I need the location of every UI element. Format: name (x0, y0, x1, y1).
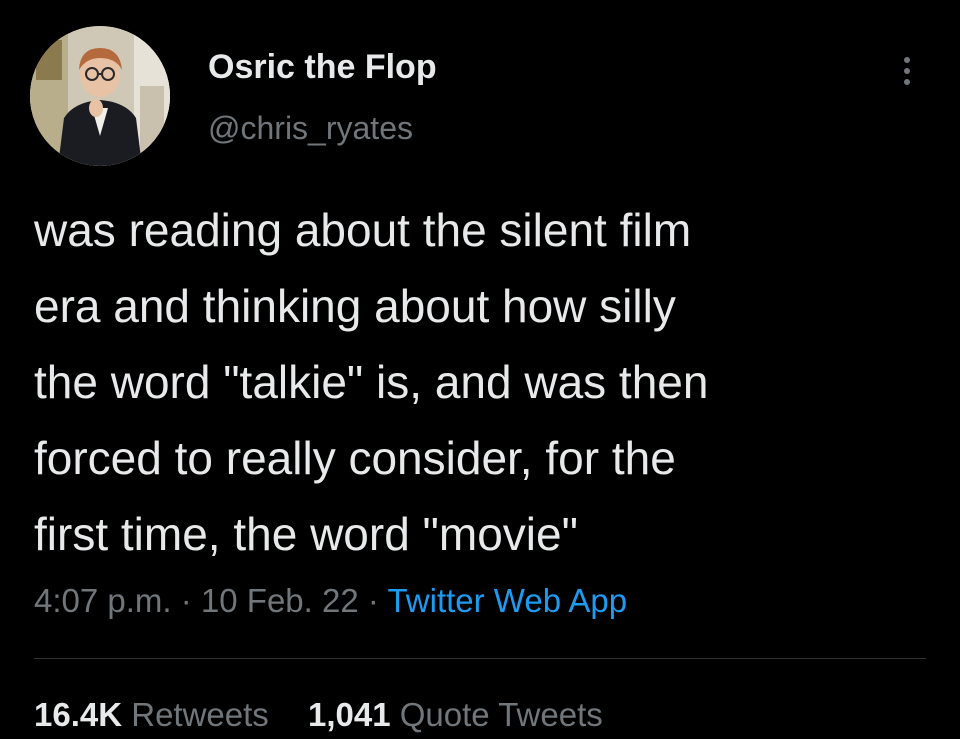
more-vertical-icon (904, 57, 910, 63)
quote-tweets-count: 1,041 (307, 696, 391, 733)
tweet-stats: 16.4K Retweets 1,041 Quote Tweets (34, 696, 603, 734)
more-options-button[interactable] (892, 46, 922, 96)
quote-tweets-stat[interactable]: 1,041 Quote Tweets (308, 696, 603, 733)
avatar[interactable] (30, 26, 170, 166)
divider (34, 658, 926, 659)
source-app-link[interactable]: Twitter Web App (387, 582, 627, 619)
meta-separator: · (367, 582, 379, 619)
user-handle[interactable]: @chris_ryates (208, 110, 413, 147)
tweet-text-line: the word "talkie" is, and was then (34, 356, 709, 408)
tweet-text-line: was reading about the silent film (34, 204, 692, 256)
tweet-text-line: first time, the word "movie" (34, 508, 578, 560)
tweet-time[interactable]: 4:07 p.m. (34, 582, 172, 619)
avatar-image (30, 26, 170, 166)
tweet-card: Osric the Flop @chris_ryates was reading… (0, 0, 960, 739)
retweets-stat[interactable]: 16.4K Retweets (34, 696, 278, 733)
retweets-label: Retweets (131, 696, 269, 733)
tweet-text: was reading about the silent film era an… (34, 192, 934, 572)
display-name[interactable]: Osric the Flop (208, 48, 437, 87)
tweet-text-line: forced to really consider, for the (34, 432, 676, 484)
more-vertical-icon-dot (904, 79, 910, 85)
meta-separator: · (180, 582, 192, 619)
retweets-count: 16.4K (34, 696, 123, 733)
tweet-text-line: era and thinking about how silly (34, 280, 676, 332)
tweet-date[interactable]: 10 Feb. 22 (201, 582, 359, 619)
tweet-metadata: 4:07 p.m. · 10 Feb. 22 · Twitter Web App (34, 582, 627, 620)
quote-tweets-label: Quote Tweets (399, 696, 603, 733)
more-vertical-icon-dot (904, 68, 910, 74)
